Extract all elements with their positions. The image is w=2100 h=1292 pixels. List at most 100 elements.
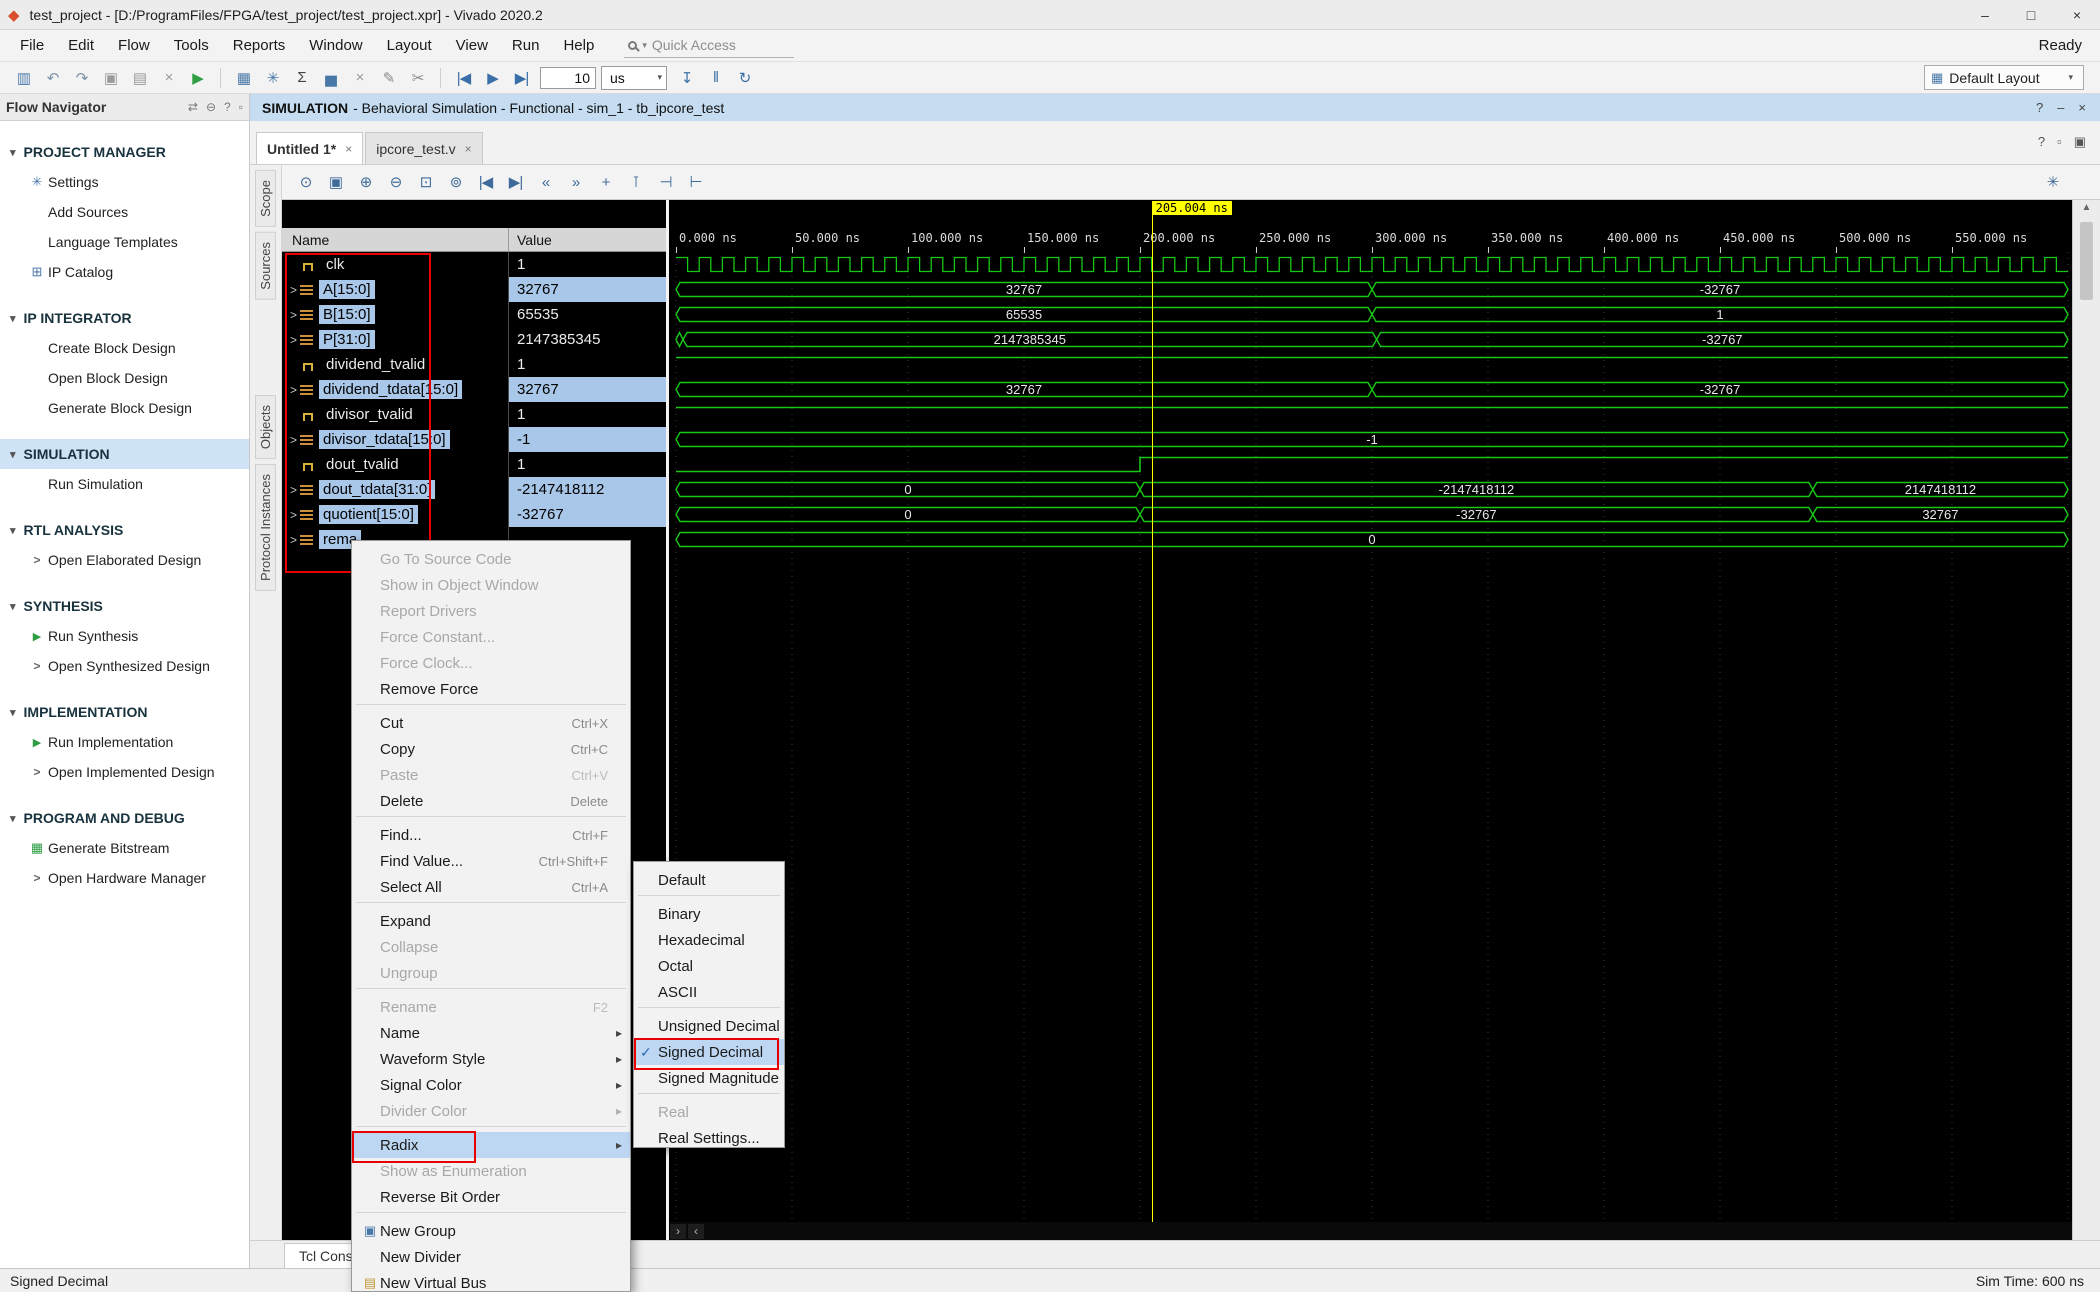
time-unit-select[interactable]: us ▾ <box>601 66 667 90</box>
close-gray-icon[interactable]: × <box>346 66 373 90</box>
run-for-time-icon[interactable]: ↧ <box>673 66 700 90</box>
menu-bar-item[interactable]: Window <box>297 37 374 54</box>
context-menu-item[interactable]: Name <box>352 1020 630 1046</box>
menu-bar-item[interactable]: Tools <box>162 37 221 54</box>
help-icon[interactable]: ? <box>2036 100 2043 115</box>
tab-untitled-1[interactable]: Untitled 1* × <box>256 132 363 164</box>
menu-bar-item[interactable]: Flow <box>106 37 162 54</box>
expand-icon[interactable] <box>287 433 300 447</box>
context-menu-item[interactable]: Go To Source Code <box>352 546 630 572</box>
section-ip-integrator[interactable]: IP INTEGRATOR <box>0 303 249 333</box>
section-rtl-analysis[interactable]: RTL ANALYSIS <box>0 515 249 545</box>
signal-name-cell[interactable]: dout_tdata[31:0] <box>282 477 509 502</box>
close-icon[interactable]: × <box>345 142 352 156</box>
signal-name-cell[interactable]: dividend_tdata[15:0] <box>282 377 509 402</box>
find-icon[interactable]: ⊙ <box>292 169 319 195</box>
close-button[interactable]: × <box>2054 0 2100 29</box>
context-menu-item[interactable]: Remove Force <box>352 676 630 702</box>
signal-name-cell[interactable]: dout_tvalid <box>282 452 509 477</box>
zoom-fit-icon[interactable]: ⊡ <box>412 169 439 195</box>
flow-nav-item[interactable]: Generate Bitstream <box>0 833 249 863</box>
tab-ipcore-test[interactable]: ipcore_test.v × <box>365 132 482 164</box>
collapse-all-icon[interactable]: ⊖ <box>206 100 216 114</box>
waveform-canvas[interactable]: 32767-327676553512147385345-3276732767-3… <box>670 252 2072 552</box>
signal-row[interactable]: divisor_tvalid 1 <box>282 402 666 427</box>
side-tab[interactable]: Objects <box>255 395 276 459</box>
expand-icon[interactable] <box>287 283 300 297</box>
context-menu-item[interactable]: New Divider <box>352 1244 630 1270</box>
context-menu-item[interactable]: Divider Color <box>352 1098 630 1124</box>
toolbar-icon[interactable] <box>440 68 441 88</box>
pause-icon[interactable]: ‖ <box>702 66 729 90</box>
time-cursor-line[interactable] <box>1152 214 1153 1222</box>
expand-icon[interactable] <box>287 533 300 547</box>
signal-row[interactable]: clk 1 <box>282 252 666 277</box>
context-menu-item[interactable]: Signal Color <box>352 1072 630 1098</box>
signal-name-cell[interactable]: dividend_tvalid <box>282 352 509 377</box>
flow-nav-item[interactable]: Generate Block Design <box>0 393 249 423</box>
context-menu-item[interactable]: New Virtual Bus <box>352 1270 630 1292</box>
previous-transition-icon[interactable]: « <box>532 169 559 195</box>
context-menu-item[interactable]: Delete Delete <box>352 788 630 814</box>
radix-submenu-item[interactable]: Signed Decimal <box>634 1039 784 1065</box>
flow-nav-item[interactable]: Open Block Design <box>0 363 249 393</box>
maximize-button[interactable]: □ <box>2008 0 2054 29</box>
side-tab[interactable]: Scope <box>255 170 276 227</box>
flow-nav-item[interactable]: Open Hardware Manager <box>0 863 249 893</box>
context-menu-item[interactable]: Collapse <box>352 934 630 960</box>
menu-bar-item[interactable]: View <box>444 37 500 54</box>
context-menu-item[interactable]: Show in Object Window <box>352 572 630 598</box>
expand-icon[interactable] <box>287 483 300 497</box>
context-menu-item[interactable]: Report Drivers <box>352 598 630 624</box>
scroll-up-icon[interactable]: ▲ <box>2073 202 2100 213</box>
radix-submenu-item[interactable]: Real <box>634 1099 784 1125</box>
context-menu-item[interactable]: Expand <box>352 908 630 934</box>
signal-name-cell[interactable]: A[15:0] <box>282 277 509 302</box>
context-menu-item[interactable]: Show as Enumeration <box>352 1158 630 1184</box>
context-menu-item[interactable]: Reverse Bit Order <box>352 1184 630 1210</box>
menu-bar-item[interactable]: File <box>8 37 56 54</box>
radix-submenu-item[interactable]: Real Settings... <box>634 1125 784 1148</box>
minimize-panel-icon[interactable]: – <box>2057 100 2064 115</box>
signal-row[interactable]: quotient[15:0] -32767 <box>282 502 666 527</box>
run-all-icon[interactable]: ▶ <box>479 66 506 90</box>
dock-toggle-icon[interactable]: ⇄ <box>188 100 198 114</box>
context-menu-item[interactable]: Waveform Style <box>352 1046 630 1072</box>
context-menu-item[interactable]: Rename F2 <box>352 994 630 1020</box>
section-project-manager[interactable]: PROJECT MANAGER <box>0 137 249 167</box>
flow-nav-item[interactable]: IP Catalog <box>0 257 249 287</box>
menu-bar-item[interactable]: Edit <box>56 37 106 54</box>
waveform-plot-area[interactable]: 32767-327676553512147385345-3276732767-3… <box>670 200 2072 1222</box>
probe-icon[interactable]: ✂ <box>404 66 431 90</box>
delete-icon[interactable]: × <box>155 66 182 90</box>
zoom-in-icon[interactable]: ⊕ <box>352 169 379 195</box>
zoom-out-icon[interactable]: ⊖ <box>382 169 409 195</box>
right-marker-icon[interactable]: ⊢ <box>682 169 709 195</box>
expand-icon[interactable] <box>287 383 300 397</box>
quick-access-search[interactable]: ▾ Quick Access <box>624 34 794 58</box>
radix-submenu-item[interactable]: Binary <box>634 901 784 927</box>
wave-settings-gear-icon[interactable]: ✳ <box>2039 169 2066 195</box>
copy-icon[interactable]: ▣ <box>97 66 124 90</box>
signal-row[interactable]: dout_tvalid 1 <box>282 452 666 477</box>
close-icon[interactable]: × <box>465 142 472 156</box>
context-menu-item[interactable]: Ungroup <box>352 960 630 986</box>
signal-row[interactable]: B[15:0] 65535 <box>282 302 666 327</box>
signal-row[interactable]: divisor_tdata[15:0] -1 <box>282 427 666 452</box>
next-transition-icon[interactable]: » <box>562 169 589 195</box>
help-icon[interactable]: ? <box>2038 134 2045 150</box>
flow-nav-item[interactable]: Run Synthesis <box>0 621 249 651</box>
horizontal-scrollbar[interactable]: › ‹ <box>670 1222 2072 1240</box>
simulation-time-input[interactable]: 10 <box>540 67 596 89</box>
undo-icon[interactable]: ↶ <box>39 66 66 90</box>
menu-bar-item[interactable]: Layout <box>375 37 444 54</box>
radix-submenu-item[interactable]: Unsigned Decimal <box>634 1013 784 1039</box>
redo-icon[interactable]: ↷ <box>68 66 95 90</box>
scroll-left-icon[interactable]: ‹ <box>688 1224 704 1239</box>
menu-bar-item[interactable]: Reports <box>221 37 298 54</box>
toolbar-icon[interactable] <box>220 68 221 88</box>
context-menu-item[interactable]: Force Clock... <box>352 650 630 676</box>
radix-submenu-item[interactable]: ASCII <box>634 979 784 1005</box>
add-marker-icon[interactable]: + <box>592 169 619 195</box>
expand-icon[interactable] <box>287 508 300 522</box>
